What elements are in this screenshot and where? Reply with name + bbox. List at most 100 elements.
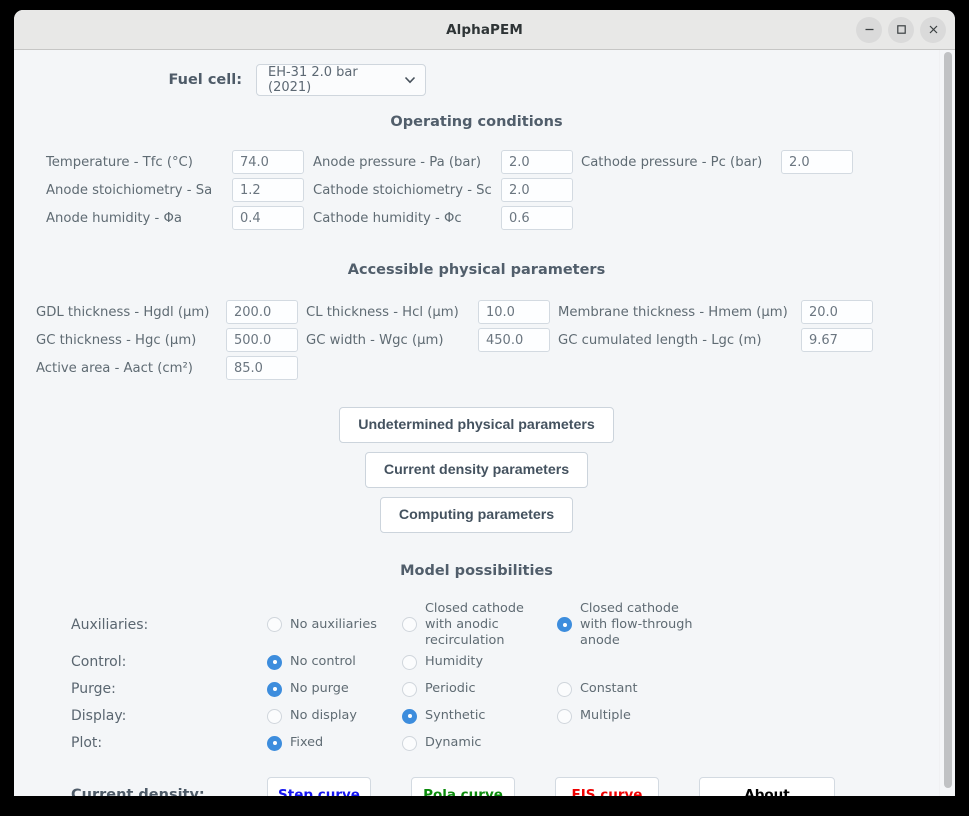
field-input-temperature[interactable]: 74.0 xyxy=(232,150,304,174)
current-density-row: Current density: Step curve Pola curve E… xyxy=(14,776,939,796)
model-row-label-plot: Plot: xyxy=(71,735,103,752)
radio-option-fixed[interactable]: Fixed xyxy=(267,735,402,751)
model-row-plot: Plot: Fixed Dynamic xyxy=(14,730,939,757)
field-label-temperature: Temperature - Tfc (°C) xyxy=(46,154,193,170)
radio-label-humidity: Humidity xyxy=(425,654,484,670)
field-label-gdl-thickness: GDL thickness - Hgdl (µm) xyxy=(36,304,210,320)
pola-curve-button[interactable]: Pola curve xyxy=(411,776,515,796)
operating-conditions-title: Operating conditions xyxy=(390,114,563,130)
radio-icon-no-auxiliaries xyxy=(267,617,282,633)
field-label-cathode-humidity: Cathode humidity - Φc xyxy=(313,210,462,226)
radio-label-no-auxiliaries: No auxiliaries xyxy=(290,616,377,632)
curve-buttons: Step curve Pola curve EIS curve About xyxy=(267,776,835,796)
radio-icon-humidity xyxy=(402,654,417,670)
radio-option-no-purge[interactable]: No purge xyxy=(267,681,402,697)
field-input-active-area[interactable]: 85.0 xyxy=(226,356,298,380)
radio-option-closed-cathode-flow-through-anode[interactable]: Closed cathode with flow-through anode xyxy=(557,601,727,649)
radio-icon-no-display xyxy=(267,708,282,724)
vertical-scrollbar[interactable] xyxy=(939,50,955,796)
radio-icon-synthetic xyxy=(402,708,417,724)
form-content: Fuel cell: EH-31 2.0 bar (2021) Operatin… xyxy=(14,50,939,796)
current-density-label: Current density: xyxy=(71,786,205,796)
field-label-anode-stoich: Anode stoichiometry - Sa xyxy=(46,182,213,198)
field-input-anode-stoich[interactable]: 1.2 xyxy=(232,178,304,202)
radio-label-no-purge: No purge xyxy=(290,681,349,697)
field-label-cathode-pressure: Cathode pressure - Pc (bar) xyxy=(581,154,763,170)
radio-label-no-display: No display xyxy=(290,708,357,724)
field-label-cl-thickness: CL thickness - Hcl (µm) xyxy=(306,304,459,320)
radio-option-synthetic[interactable]: Synthetic xyxy=(402,708,557,724)
field-label-active-area: Active area - Aact (cm²) xyxy=(36,360,193,376)
computing-parameters-button[interactable]: Computing parameters xyxy=(379,497,574,533)
radio-option-closed-cathode-anodic-recirculation[interactable]: Closed cathode with anodic recirculation xyxy=(402,601,557,649)
radio-icon-fixed xyxy=(267,735,282,751)
model-row-auxiliaries: Auxiliaries: No auxiliaries Closed catho… xyxy=(14,601,939,649)
about-button[interactable]: About xyxy=(699,776,835,796)
fuel-cell-row: Fuel cell: EH-31 2.0 bar (2021) xyxy=(14,50,939,102)
current-density-parameters-button[interactable]: Current density parameters xyxy=(364,452,589,488)
model-row-label-auxiliaries: Auxiliaries: xyxy=(71,616,149,633)
field-label-membrane-thickness: Membrane thickness - Hmem (µm) xyxy=(558,304,788,320)
fuel-cell-dropdown[interactable]: EH-31 2.0 bar (2021) xyxy=(256,64,426,96)
field-label-gc-thickness: GC thickness - Hgc (µm) xyxy=(36,332,197,348)
model-row-label-display: Display: xyxy=(71,708,127,725)
field-label-anode-humidity: Anode humidity - Φa xyxy=(46,210,182,226)
eis-curve-button[interactable]: EIS curve xyxy=(555,776,659,796)
radio-icon-constant xyxy=(557,681,572,697)
fuel-cell-label: Fuel cell: xyxy=(168,72,242,88)
field-input-anode-pressure[interactable]: 2.0 xyxy=(501,150,573,174)
step-curve-button[interactable]: Step curve xyxy=(267,776,371,796)
field-input-gc-cumulated-length[interactable]: 9.67 xyxy=(801,328,873,352)
content-area: Fuel cell: EH-31 2.0 bar (2021) Operatin… xyxy=(14,50,955,796)
fuel-cell-selected-value: EH-31 2.0 bar (2021) xyxy=(268,65,358,95)
model-row-label-purge: Purge: xyxy=(71,681,116,698)
close-icon[interactable] xyxy=(920,16,946,43)
model-possibilities-title: Model possibilities xyxy=(400,563,553,579)
minimize-icon[interactable] xyxy=(856,16,882,43)
radio-option-periodic[interactable]: Periodic xyxy=(402,681,557,697)
radio-option-constant[interactable]: Constant xyxy=(557,681,727,697)
model-row-control: Control: No control Humidity xyxy=(14,649,939,676)
field-input-cathode-humidity[interactable]: 0.6 xyxy=(501,206,573,230)
title-bar: AlphaPEM xyxy=(14,10,955,50)
radio-icon-no-control xyxy=(267,654,282,670)
field-input-gdl-thickness[interactable]: 200.0 xyxy=(226,300,298,324)
field-input-anode-humidity[interactable]: 0.4 xyxy=(232,206,304,230)
field-label-cathode-stoich: Cathode stoichiometry - Sc xyxy=(313,182,492,198)
radio-option-dynamic[interactable]: Dynamic xyxy=(402,735,557,751)
field-input-cathode-stoich[interactable]: 2.0 xyxy=(501,178,573,202)
model-row-display: Display: No display Synthetic Multiple xyxy=(14,703,939,730)
radio-label-no-control: No control xyxy=(290,654,356,670)
window-title: AlphaPEM xyxy=(446,21,523,38)
field-input-membrane-thickness[interactable]: 20.0 xyxy=(801,300,873,324)
window-controls xyxy=(856,10,946,49)
radio-label-dynamic: Dynamic xyxy=(425,735,482,751)
field-input-gc-width[interactable]: 450.0 xyxy=(478,328,550,352)
radio-option-no-control[interactable]: No control xyxy=(267,654,402,670)
field-input-cathode-pressure[interactable]: 2.0 xyxy=(781,150,853,174)
radio-label-periodic: Periodic xyxy=(425,681,476,697)
scrollbar-thumb[interactable] xyxy=(944,52,952,788)
radio-option-no-auxiliaries[interactable]: No auxiliaries xyxy=(267,617,402,633)
radio-label-fixed: Fixed xyxy=(290,735,324,751)
model-row-purge: Purge: No purge Periodic Constant xyxy=(14,676,939,703)
radio-option-no-display[interactable]: No display xyxy=(267,708,402,724)
accessible-physical-parameters-block: GDL thickness - Hgdl (µm) 200.0 CL thick… xyxy=(14,300,939,380)
field-input-cl-thickness[interactable]: 10.0 xyxy=(478,300,550,324)
field-input-gc-thickness[interactable]: 500.0 xyxy=(226,328,298,352)
operating-conditions-block: Temperature - Tfc (°C) 74.0 Anode pressu… xyxy=(14,150,939,230)
app-window: AlphaPEM Fuel cell: EH-31 2.0 bar (2021) xyxy=(14,10,955,796)
radio-option-multiple[interactable]: Multiple xyxy=(557,708,727,724)
field-label-gc-width: GC width - Wgc (µm) xyxy=(306,332,444,348)
radio-label-closed-cathode-flow-through-anode: Closed cathode with flow-through anode xyxy=(580,601,693,648)
radio-icon-closed-cathode-flow-through-anode xyxy=(557,617,572,633)
radio-icon-periodic xyxy=(402,681,417,697)
maximize-icon[interactable] xyxy=(888,16,914,43)
accessible-physical-parameters-grid: GDL thickness - Hgdl (µm) 200.0 CL thick… xyxy=(36,300,939,380)
radio-icon-no-purge xyxy=(267,681,282,697)
undetermined-physical-parameters-button[interactable]: Undetermined physical parameters xyxy=(339,407,614,443)
field-label-anode-pressure: Anode pressure - Pa (bar) xyxy=(313,154,482,170)
radio-option-humidity[interactable]: Humidity xyxy=(402,654,557,670)
chevron-down-icon xyxy=(404,75,416,86)
radio-icon-dynamic xyxy=(402,735,417,751)
